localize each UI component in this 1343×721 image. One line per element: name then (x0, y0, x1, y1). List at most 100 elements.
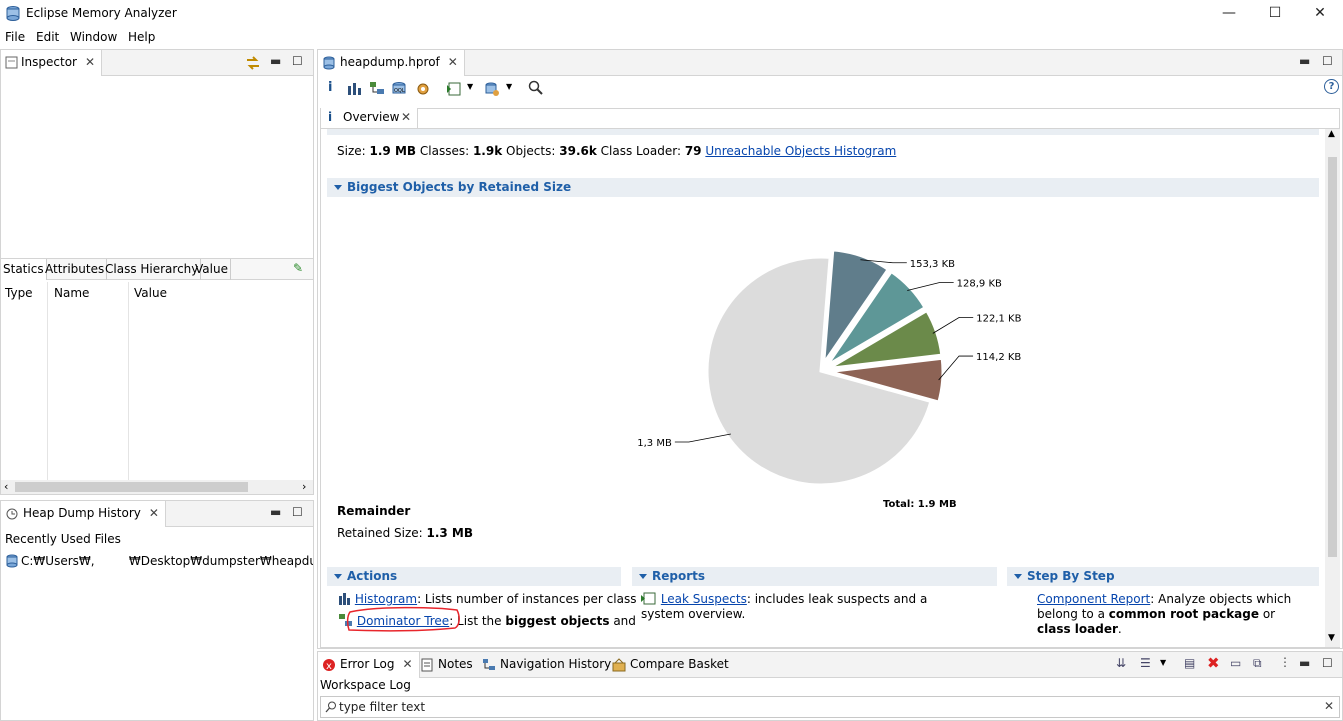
close-icon[interactable]: ✕ (149, 506, 159, 520)
tab-statics[interactable]: Statics (1, 259, 47, 280)
tab-history-label: Heap Dump History (23, 506, 141, 520)
pin-icon[interactable]: ✎ (293, 261, 303, 275)
minimize-icon[interactable]: ▬ (1299, 656, 1310, 670)
tab-notes[interactable]: Notes (416, 652, 479, 678)
close-icon[interactable]: ✕ (448, 55, 458, 69)
minimize-icon[interactable]: ▬ (270, 54, 281, 68)
menu-file[interactable]: File (5, 30, 25, 44)
biggest-objects-header[interactable]: Biggest Objects by Retained Size (327, 178, 1319, 197)
tab-compare-basket-label: Compare Basket (630, 657, 729, 671)
tab-navigation-history[interactable]: Navigation History (478, 652, 617, 678)
column-value[interactable]: Value (134, 286, 167, 300)
leader-line (674, 433, 731, 443)
column-divider (47, 282, 48, 480)
vertical-scrollbar[interactable]: ▲ ▼ (1325, 129, 1340, 647)
run-report-icon (641, 592, 656, 605)
info-icon[interactable]: i (328, 80, 332, 95)
heap-dump-icon[interactable] (484, 81, 500, 97)
slice-label: 122,1 KB (976, 313, 1021, 324)
maximize-icon[interactable]: ☐ (1322, 54, 1333, 68)
actions-header[interactable]: Actions (327, 567, 621, 586)
leak-suspects-link[interactable]: Leak Suspects (661, 592, 747, 606)
scroll-left-icon[interactable]: ‹ (4, 480, 8, 493)
tab-overview[interactable]: i Overview ✕ (321, 108, 418, 128)
tab-class-hierarchy[interactable]: Class Hierarchy (103, 259, 202, 280)
chevron-down-icon[interactable]: ▼ (467, 82, 473, 91)
leak-suspects-action: Leak Suspects: includes leak suspects an… (641, 592, 971, 622)
run-report-icon[interactable] (446, 81, 462, 97)
size-value: 1.9 MB (369, 144, 417, 158)
history-icon (6, 508, 18, 520)
step-by-step-header[interactable]: Step By Step (1007, 567, 1319, 586)
tab-heapdump[interactable]: heapdump.hprof ✕ (318, 50, 465, 76)
tab-inspector[interactable]: Inspector ✕ (1, 50, 103, 76)
svg-text:OQL: OQL (394, 88, 405, 94)
chevron-down-icon[interactable]: ▼ (506, 82, 512, 91)
minimize-button[interactable]: — (1206, 0, 1252, 28)
restore-log-icon[interactable]: ⧉ (1253, 656, 1262, 671)
open-log-icon[interactable]: ▭ (1230, 656, 1241, 670)
filter-input[interactable]: type filter text (339, 700, 425, 714)
tab-error-log-label: Error Log (340, 657, 395, 671)
leader-line (932, 316, 974, 334)
close-icon[interactable]: ✕ (85, 55, 95, 69)
tab-error-log[interactable]: x Error Log ✕ (318, 652, 420, 678)
minimize-icon[interactable]: ▬ (270, 505, 281, 519)
component-description-end: . (1117, 622, 1122, 636)
recent-file-item[interactable]: C:₩Users₩, ₩Desktop₩dumpster₩heapdump.hp… (3, 553, 313, 571)
reports-header[interactable]: Reports (632, 567, 997, 586)
tab-value[interactable]: Value (193, 259, 231, 280)
summary-line: Size: 1.9 MB Classes: 1.9k Objects: 39.6… (337, 144, 896, 158)
clear-filter-icon[interactable]: ✕ (1324, 699, 1334, 713)
retained-size: Retained Size: 1.3 MB (337, 526, 473, 540)
scroll-thumb[interactable] (1328, 157, 1337, 557)
chevron-down-icon[interactable]: ▼ (1160, 658, 1166, 667)
maximize-icon[interactable]: ☐ (292, 54, 303, 68)
close-icon[interactable]: ✕ (401, 110, 411, 124)
component-bold-loader: class loader (1037, 622, 1118, 636)
delete-log-icon[interactable]: ✖ (1207, 654, 1220, 672)
menu-window[interactable]: Window (70, 30, 117, 44)
horizontal-scrollbar[interactable]: ‹ › (1, 480, 313, 494)
tab-heap-dump-history[interactable]: Heap Dump History ✕ (1, 501, 166, 527)
close-button[interactable]: ✕ (1297, 0, 1343, 28)
tab-attributes[interactable]: Attributes (43, 259, 108, 280)
search-icon[interactable] (528, 80, 544, 96)
maximize-icon[interactable]: ☐ (1322, 656, 1333, 670)
component-report-action: Component Report: Analyze objects which … (1037, 592, 1307, 637)
maximize-button[interactable]: ☐ (1252, 0, 1298, 28)
dominator-tree-icon[interactable] (369, 81, 385, 97)
total-label: Total: 1.9 MB (883, 499, 957, 510)
collapsed-section-bar (327, 129, 1319, 135)
minimize-icon[interactable]: ▬ (1299, 54, 1310, 68)
tab-compare-basket[interactable]: Compare Basket (608, 652, 735, 678)
scroll-up-icon[interactable]: ▲ (1328, 129, 1335, 139)
view-menu-icon[interactable]: ⋮ (1279, 655, 1291, 669)
filter-box[interactable]: type filter text ✕ (320, 696, 1340, 718)
maximize-icon[interactable]: ☐ (292, 505, 303, 519)
link-editor-icon[interactable] (245, 55, 261, 71)
basket-icon (612, 658, 626, 672)
info-icon: i (328, 110, 333, 124)
remainder-title: Remainder (337, 504, 411, 518)
export-log-icon[interactable]: ⇊ (1116, 656, 1126, 670)
unreachable-objects-link[interactable]: Unreachable Objects Histogram (705, 144, 896, 158)
column-type[interactable]: Type (5, 286, 33, 300)
menu-help[interactable]: Help (128, 30, 155, 44)
scroll-thumb[interactable] (15, 482, 248, 492)
clear-log-icon[interactable]: ▤ (1184, 656, 1195, 670)
editor-toolbar: i OQL ▼ ▼ ? (318, 77, 1342, 101)
svg-text:x: x (326, 661, 332, 672)
oql-icon[interactable]: OQL (391, 81, 407, 97)
histogram-icon[interactable] (347, 82, 361, 96)
component-report-link[interactable]: Component Report (1037, 592, 1150, 606)
column-name[interactable]: Name (54, 286, 89, 300)
help-icon[interactable]: ? (1324, 79, 1339, 94)
close-icon[interactable]: ✕ (403, 657, 413, 671)
import-log-icon[interactable]: ☰ (1140, 656, 1151, 670)
scroll-right-icon[interactable]: › (302, 480, 306, 493)
gear-icon[interactable] (415, 81, 431, 97)
objects-label: Objects: (506, 144, 556, 158)
scroll-down-icon[interactable]: ▼ (1328, 633, 1335, 643)
menu-edit[interactable]: Edit (36, 30, 59, 44)
